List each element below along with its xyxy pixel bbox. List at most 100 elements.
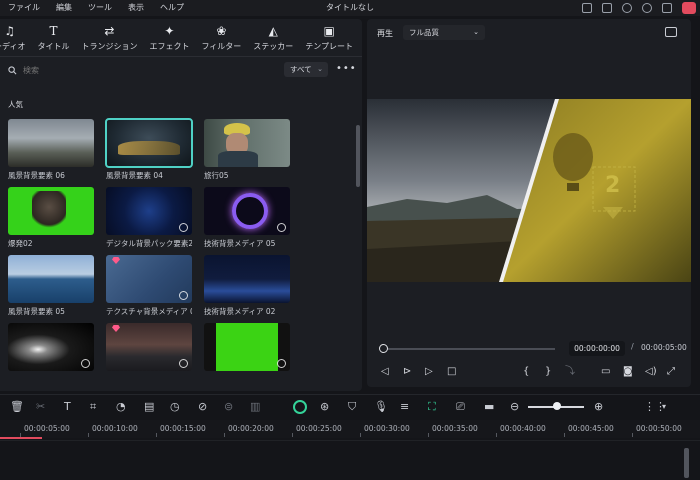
asset-thumbnail[interactable] [106,323,192,371]
asset-thumbnail[interactable] [8,119,94,167]
asset-thumbnail[interactable] [105,118,193,168]
asset-card[interactable]: テクスチャ背景メディア 03 [106,255,192,317]
timer-icon[interactable]: ◷ [170,400,180,414]
menu-edit[interactable]: 編集 [48,0,80,16]
asset-card[interactable]: 風景背景要素 05 [8,255,94,317]
download-icon[interactable] [81,359,90,368]
crop-icon[interactable]: ⌗ [90,400,96,414]
stop-icon[interactable]: □ [447,364,456,380]
download-icon[interactable] [277,223,286,232]
menu-file[interactable]: ファイル [0,0,48,16]
magnet-icon[interactable]: ⛶ [428,400,436,414]
previous-frame-icon[interactable]: ◁ [381,364,389,380]
download-icon[interactable] [179,223,188,232]
grid-icon[interactable] [662,3,672,13]
tab-title[interactable]: T タイトル [31,24,75,52]
tab-sticker[interactable]: ◭ ステッカー [247,24,299,52]
layout-icon[interactable] [582,3,592,13]
ai-icon[interactable]: ▤ [144,400,154,414]
save-icon[interactable] [602,3,612,13]
camera-icon[interactable]: ◙ [623,364,633,380]
menu-help[interactable]: ヘルプ [152,0,192,16]
tab-filter[interactable]: ❀ フィルター [195,24,247,52]
scrubber-handle[interactable] [379,344,388,353]
timeline-tracks[interactable] [0,440,700,480]
asset-thumbnail[interactable] [204,187,290,235]
asset-thumbnail[interactable] [106,255,192,303]
current-time[interactable]: 00:00:00:00 [569,341,625,356]
asset-thumbnail[interactable] [106,187,192,235]
delete-icon[interactable]: 🗑︎ [10,400,24,414]
asset-card[interactable]: 風景背景要素 04 [105,118,193,181]
library-scrollbar[interactable] [356,125,360,187]
headset-icon[interactable] [642,3,652,13]
menu-tools[interactable]: ツール [80,0,120,16]
record-icon[interactable] [293,400,307,414]
fullscreen-icon[interactable]: ⤢ [667,364,675,380]
step-forward-icon[interactable]: ⊳ [403,364,411,380]
tab-label: エフェクト [149,42,190,51]
quality-dropdown[interactable]: フル品質 ⌄ [403,25,485,40]
asset-thumbnail[interactable] [204,255,290,303]
download-icon[interactable] [179,291,188,300]
asset-card[interactable]: 爆発02 [8,187,94,249]
asset-thumbnail[interactable] [8,187,94,235]
search-input[interactable] [23,65,223,75]
microphone-icon[interactable]: 🎙︎ [374,400,388,414]
playhead-range[interactable] [0,437,42,439]
ruler-tick [632,433,633,437]
info-icon[interactable] [622,3,632,13]
asset-thumbnail[interactable] [8,255,94,303]
asset-card[interactable]: 風景背景要素 06 [8,119,94,181]
detach-icon[interactable]: ▥ [250,400,260,414]
tab-template[interactable]: ▣ テンプレート [299,24,359,52]
timeline-scrollbar[interactable] [684,448,689,478]
asset-thumbnail[interactable] [204,119,290,167]
speed-icon[interactable]: ⊘ [198,400,207,414]
download-icon[interactable] [277,359,286,368]
sparkle-icon[interactable]: ⊛ [320,400,329,414]
scrubber-track[interactable] [383,348,555,350]
video-preview[interactable]: 2 [367,99,691,282]
asset-thumbnail[interactable] [204,323,290,371]
chevron-down-icon[interactable]: ▾ [662,400,666,414]
tab-transition[interactable]: ⇄ トランジション [75,24,143,52]
tab-audio[interactable]: ♫ ーディオ [0,24,31,52]
snapshot-icon[interactable] [665,27,677,37]
display-icon[interactable]: ▭ [601,364,610,380]
mark-out-icon[interactable]: } [545,364,551,380]
search-row: すべて ⌄ ••• [0,57,362,83]
account-icon[interactable] [682,2,696,14]
audio-track-icon[interactable]: ≡ [400,400,409,414]
asset-card[interactable]: 旅行05 [204,119,290,181]
mark-in-icon[interactable]: { [523,364,529,380]
asset-card[interactable] [106,323,192,374]
more-options-icon[interactable]: ••• [336,63,357,74]
shield-icon[interactable]: ⛉ [348,400,356,414]
play-icon[interactable]: ▷ [425,364,433,380]
menu-view[interactable]: 表示 [120,0,152,16]
asset-card[interactable]: 技術背景メディア 02 [204,255,290,317]
split-audio-icon[interactable]: ⊜ [224,400,233,414]
filter-dropdown[interactable]: すべて ⌄ [284,62,328,77]
render-icon[interactable]: ⎚ [456,400,465,414]
asset-card[interactable] [204,323,290,374]
cut-icon[interactable]: ✂ [36,400,45,414]
color-palette-icon[interactable]: ◔ [116,400,126,414]
caption-icon[interactable]: ▬ [484,400,494,414]
tab-effects[interactable]: ✦ エフェクト [143,24,195,52]
asset-label: 技術背景メディア 02 [204,307,276,316]
asset-card[interactable]: デジタル背景パック要素24 [106,187,192,249]
text-icon[interactable]: T [64,400,71,414]
volume-icon[interactable]: ◁) [645,364,657,380]
zoom-out-icon[interactable]: ⊖ [510,400,519,414]
timeline-ruler[interactable]: 00:00:05:00 00:00:10:00 00:00:15:00 00:0… [0,420,700,438]
zoom-in-icon[interactable]: ⊕ [594,400,603,414]
asset-card[interactable]: 技術背景メディア 05 [204,187,290,249]
marker-icon[interactable]: ⤵ [565,364,575,380]
asset-card[interactable] [8,323,94,374]
premium-gem-icon [112,325,120,332]
asset-thumbnail[interactable] [8,323,94,371]
download-icon[interactable] [179,359,188,368]
zoom-slider-knob[interactable] [553,402,561,410]
